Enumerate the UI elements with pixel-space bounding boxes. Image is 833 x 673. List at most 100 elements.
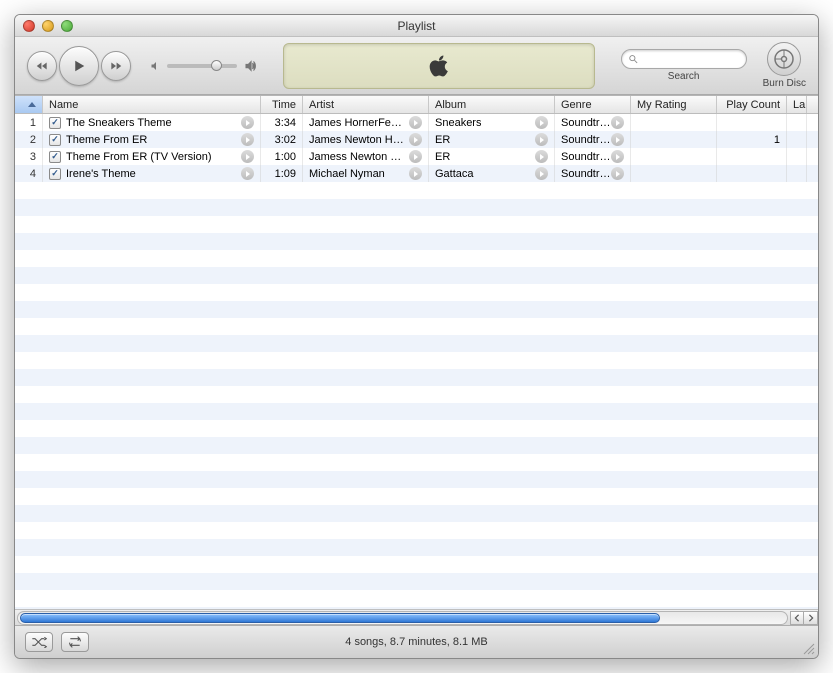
cell-number: 4 (15, 165, 43, 182)
chevron-left-icon (793, 614, 801, 622)
previous-button[interactable] (27, 51, 57, 81)
hscroll-thumb[interactable] (20, 613, 660, 623)
sort-asc-icon (28, 102, 36, 107)
hscroll-left-button[interactable] (790, 611, 804, 625)
browse-arrow-icon[interactable] (535, 116, 548, 129)
browse-arrow-icon[interactable] (241, 167, 254, 180)
cell-album[interactable]: ER (429, 148, 555, 165)
browse-arrow-icon[interactable] (535, 150, 548, 163)
browse-arrow-icon[interactable] (611, 116, 624, 129)
checkbox[interactable]: ✓ (49, 151, 61, 163)
browse-arrow-icon[interactable] (611, 150, 624, 163)
browse-arrow-icon[interactable] (409, 150, 422, 163)
browse-arrow-icon[interactable] (611, 167, 624, 180)
display-lcd (283, 43, 595, 89)
cell-artist[interactable]: Jamess Newton … (303, 148, 429, 165)
volume-control (149, 59, 257, 73)
cell-last (787, 165, 807, 182)
burn-group: Burn Disc (763, 42, 806, 89)
hscroll-right-button[interactable] (804, 611, 818, 625)
cell-playcount: 1 (717, 131, 787, 148)
statusbar: 4 songs, 8.7 minutes, 8.1 MB (15, 625, 818, 658)
volume-slider[interactable] (167, 64, 237, 68)
cell-playcount (717, 148, 787, 165)
cell-rating[interactable] (631, 114, 717, 131)
burn-disc-button[interactable] (767, 42, 801, 76)
titlebar: Playlist (15, 15, 818, 37)
search-label: Search (668, 71, 700, 82)
volume-low-icon (149, 60, 161, 72)
hscroll-track[interactable] (17, 611, 788, 625)
cell-name[interactable]: ✓ The Sneakers Theme (43, 114, 261, 131)
browse-arrow-icon[interactable] (409, 167, 422, 180)
browse-arrow-icon[interactable] (241, 150, 254, 163)
cell-number: 2 (15, 131, 43, 148)
cell-name[interactable]: ✓Theme From ER (43, 131, 261, 148)
cell-genre[interactable]: Soundtrack (555, 148, 631, 165)
forward-icon (109, 59, 123, 73)
track-table: Name Time Artist Album Genre My Rating P… (15, 95, 818, 625)
window-title: Playlist (15, 19, 818, 33)
browse-arrow-icon[interactable] (409, 116, 422, 129)
browse-arrow-icon[interactable] (535, 167, 548, 180)
table-row[interactable]: 1✓The Sneakers Theme3:34James HornerFe…S… (15, 114, 818, 131)
volume-thumb[interactable] (211, 60, 222, 71)
cell-time: 3:34 (261, 114, 303, 131)
cell-album[interactable]: ER (429, 131, 555, 148)
checkbox[interactable]: ✓ (49, 168, 61, 180)
cell-genre[interactable]: Soundtrack (555, 114, 631, 131)
browse-arrow-icon[interactable] (535, 133, 548, 146)
cell-name[interactable]: ✓ Irene's Theme (43, 165, 261, 182)
column-header-genre[interactable]: Genre (555, 96, 631, 113)
column-header-playcount[interactable]: Play Count (717, 96, 787, 113)
cell-rating[interactable] (631, 165, 717, 182)
cell-rating[interactable] (631, 131, 717, 148)
browse-arrow-icon[interactable] (409, 133, 422, 146)
cell-rating[interactable] (631, 148, 717, 165)
cell-name[interactable]: ✓ Theme From ER (TV Version) (43, 148, 261, 165)
cell-last (787, 114, 807, 131)
checkbox[interactable]: ✓ (49, 134, 61, 146)
cell-name-text: The Sneakers Theme (66, 117, 172, 129)
column-header-artist[interactable]: Artist (303, 96, 429, 113)
play-icon (70, 57, 88, 75)
browse-arrow-icon[interactable] (241, 116, 254, 129)
column-header-album[interactable]: Album (429, 96, 555, 113)
browse-arrow-icon[interactable] (611, 133, 624, 146)
search-input[interactable] (642, 53, 740, 65)
cell-number: 1 (15, 114, 43, 131)
search-field[interactable] (621, 49, 747, 69)
horizontal-scrollbar (15, 609, 818, 625)
next-button[interactable] (101, 51, 131, 81)
cell-album[interactable]: Gattaca (429, 165, 555, 182)
apple-logo-icon (428, 53, 450, 79)
cell-time: 3:02 (261, 131, 303, 148)
play-button[interactable] (59, 46, 99, 86)
search-group: Search (621, 49, 747, 82)
resize-grip-icon[interactable] (801, 641, 815, 655)
cell-genre[interactable]: Soundtrack (555, 165, 631, 182)
app-window: Playlist (14, 14, 819, 659)
cell-number: 3 (15, 148, 43, 165)
browse-arrow-icon[interactable] (241, 133, 254, 146)
cell-name-text: Theme From ER (TV Version) (66, 151, 211, 163)
cell-playcount (717, 114, 787, 131)
table-row[interactable]: 4✓Irene's Theme1:09Michael NymanGattacaS… (15, 165, 818, 182)
column-header-time[interactable]: Time (261, 96, 303, 113)
cell-playcount (717, 165, 787, 182)
checkbox[interactable]: ✓ (49, 117, 61, 129)
cell-artist[interactable]: Michael Nyman (303, 165, 429, 182)
cell-genre[interactable]: Soundtrack (555, 131, 631, 148)
transport-controls (27, 46, 131, 86)
column-header-name[interactable]: Name (43, 96, 261, 113)
cell-artist[interactable]: James HornerFe… (303, 114, 429, 131)
cell-name-text: Irene's Theme (66, 168, 136, 180)
cell-last (787, 148, 807, 165)
column-header-number[interactable] (15, 96, 43, 113)
cell-artist[interactable]: James Newton H… (303, 131, 429, 148)
table-row[interactable]: 2✓Theme From ER3:02James Newton H…ERSoun… (15, 131, 818, 148)
column-header-rating[interactable]: My Rating (631, 96, 717, 113)
cell-album[interactable]: Sneakers (429, 114, 555, 131)
column-header-last[interactable]: La (787, 96, 807, 113)
table-row[interactable]: 3✓Theme From ER (TV Version)1:00Jamess N… (15, 148, 818, 165)
